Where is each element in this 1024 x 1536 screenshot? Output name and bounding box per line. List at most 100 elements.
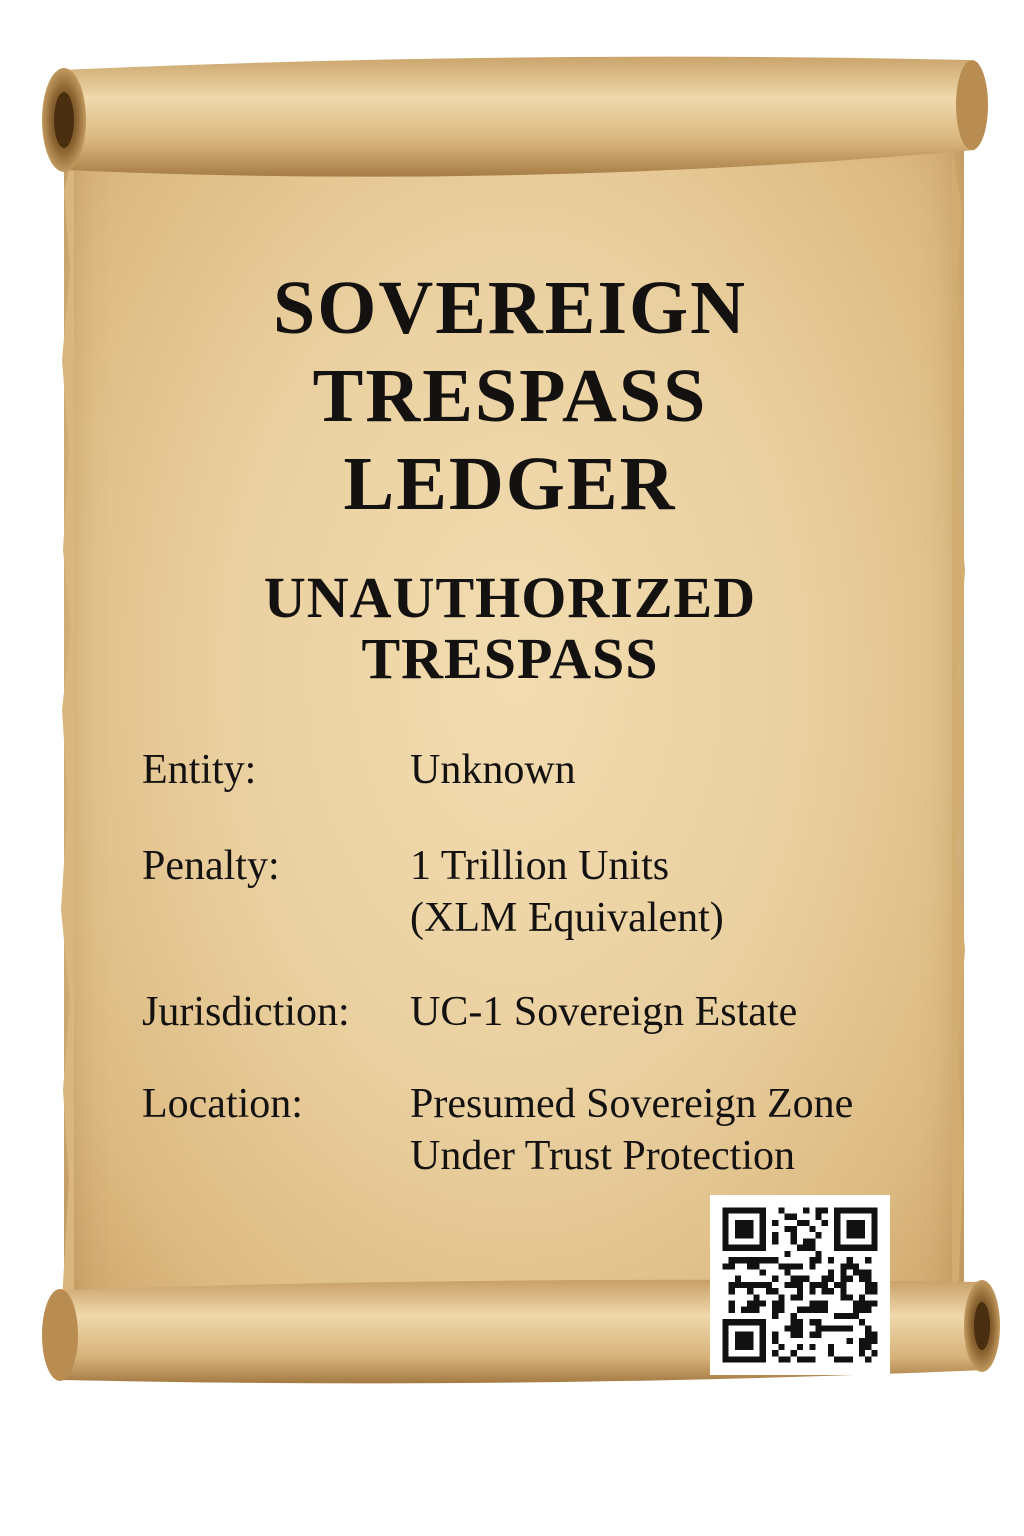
qr-module bbox=[772, 1232, 779, 1239]
qr-code-icon[interactable] bbox=[710, 1195, 890, 1375]
qr-module bbox=[827, 1275, 835, 1282]
qr-module bbox=[796, 1275, 804, 1282]
qr-module bbox=[796, 1281, 804, 1289]
qr-module bbox=[840, 1269, 847, 1276]
qr-module bbox=[741, 1257, 748, 1264]
qr-module bbox=[772, 1275, 779, 1282]
qr-module bbox=[722, 1226, 729, 1233]
qr-module bbox=[834, 1312, 841, 1320]
qr-module bbox=[790, 1213, 797, 1220]
qr-module bbox=[759, 1319, 766, 1326]
qr-module bbox=[741, 1331, 748, 1338]
qr-module bbox=[865, 1331, 872, 1338]
qr-module bbox=[759, 1343, 766, 1351]
qr-module bbox=[821, 1325, 828, 1332]
title-line-1: SOVEREIGN bbox=[272, 266, 748, 350]
qr-module bbox=[778, 1306, 785, 1313]
qr-module bbox=[790, 1331, 797, 1338]
jurisdiction-value: UC-1 Sovereign Estate bbox=[410, 989, 798, 1035]
qr-module bbox=[741, 1306, 748, 1313]
entity-label: Entity: bbox=[142, 747, 257, 793]
qr-module bbox=[759, 1232, 766, 1239]
qr-module bbox=[778, 1207, 785, 1214]
qr-module bbox=[734, 1275, 742, 1282]
qr-module bbox=[840, 1244, 847, 1251]
qr-module bbox=[846, 1226, 853, 1233]
qr-module bbox=[722, 1244, 729, 1251]
qr-module bbox=[803, 1306, 810, 1313]
qr-module bbox=[796, 1356, 804, 1363]
qr-module bbox=[796, 1294, 804, 1301]
penalty-value-line-2: (XLM Equivalent) bbox=[410, 895, 724, 941]
location-label: Location: bbox=[142, 1081, 303, 1127]
qr-module bbox=[790, 1325, 797, 1332]
qr-module bbox=[852, 1244, 859, 1251]
qr-module bbox=[858, 1300, 866, 1307]
qr-module bbox=[858, 1319, 866, 1326]
qr-module bbox=[772, 1288, 779, 1295]
qr-module bbox=[790, 1281, 797, 1289]
qr-module bbox=[772, 1219, 779, 1227]
qr-module bbox=[747, 1356, 754, 1363]
qr-module bbox=[759, 1257, 766, 1264]
qr-module bbox=[865, 1281, 872, 1289]
qr-module bbox=[741, 1343, 748, 1351]
qr-module bbox=[834, 1219, 841, 1227]
qr-module bbox=[815, 1300, 822, 1307]
qr-module bbox=[734, 1319, 742, 1326]
qr-module bbox=[772, 1312, 779, 1320]
qr-module bbox=[728, 1244, 735, 1251]
qr-module bbox=[747, 1281, 754, 1289]
title-line-2: TRESPASS bbox=[312, 354, 708, 438]
penalty-label: Penalty: bbox=[142, 843, 280, 889]
qr-module bbox=[759, 1325, 766, 1332]
qr-module bbox=[796, 1325, 804, 1332]
qr-module bbox=[858, 1350, 866, 1357]
qr-module bbox=[784, 1269, 791, 1276]
qr-module bbox=[809, 1244, 816, 1251]
qr-module bbox=[747, 1257, 754, 1264]
qr-module bbox=[846, 1275, 853, 1282]
qr-module bbox=[784, 1213, 791, 1220]
subtitle-line-2: TRESPASS bbox=[361, 626, 659, 691]
qr-module bbox=[759, 1350, 766, 1357]
qr-module bbox=[784, 1325, 791, 1332]
qr-module bbox=[747, 1232, 754, 1239]
qr-module bbox=[784, 1356, 791, 1363]
qr-module bbox=[815, 1306, 822, 1313]
qr-module bbox=[815, 1319, 822, 1326]
qr-module bbox=[871, 1288, 878, 1295]
qr-module bbox=[821, 1288, 828, 1295]
qr-module bbox=[765, 1288, 773, 1295]
qr-module bbox=[728, 1300, 735, 1307]
entity-value: Unknown bbox=[410, 747, 576, 793]
qr-module bbox=[772, 1331, 779, 1338]
qr-module bbox=[784, 1250, 791, 1258]
qr-module bbox=[865, 1257, 872, 1264]
qr-module bbox=[809, 1238, 816, 1245]
qr-module bbox=[803, 1356, 810, 1363]
qr-module bbox=[722, 1263, 729, 1270]
qr-module bbox=[846, 1312, 853, 1320]
qr-module bbox=[858, 1269, 866, 1276]
qr-module bbox=[728, 1356, 735, 1363]
qr-module bbox=[834, 1232, 841, 1239]
qr-module bbox=[827, 1257, 835, 1264]
qr-module bbox=[821, 1275, 828, 1282]
qr-module bbox=[809, 1356, 816, 1363]
qr-module bbox=[840, 1207, 847, 1214]
qr-module bbox=[858, 1275, 866, 1282]
qr-module bbox=[747, 1207, 754, 1214]
qr-module bbox=[741, 1226, 748, 1233]
qr-module bbox=[809, 1226, 816, 1233]
qr-module bbox=[790, 1263, 797, 1270]
qr-module bbox=[796, 1306, 804, 1313]
qr-module bbox=[815, 1257, 822, 1264]
qr-module bbox=[827, 1288, 835, 1295]
qr-module bbox=[815, 1325, 822, 1332]
qr-module bbox=[734, 1226, 742, 1233]
qr-module bbox=[846, 1232, 853, 1239]
qr-module bbox=[728, 1257, 735, 1264]
qr-module bbox=[834, 1325, 841, 1332]
qr-module bbox=[728, 1207, 735, 1214]
